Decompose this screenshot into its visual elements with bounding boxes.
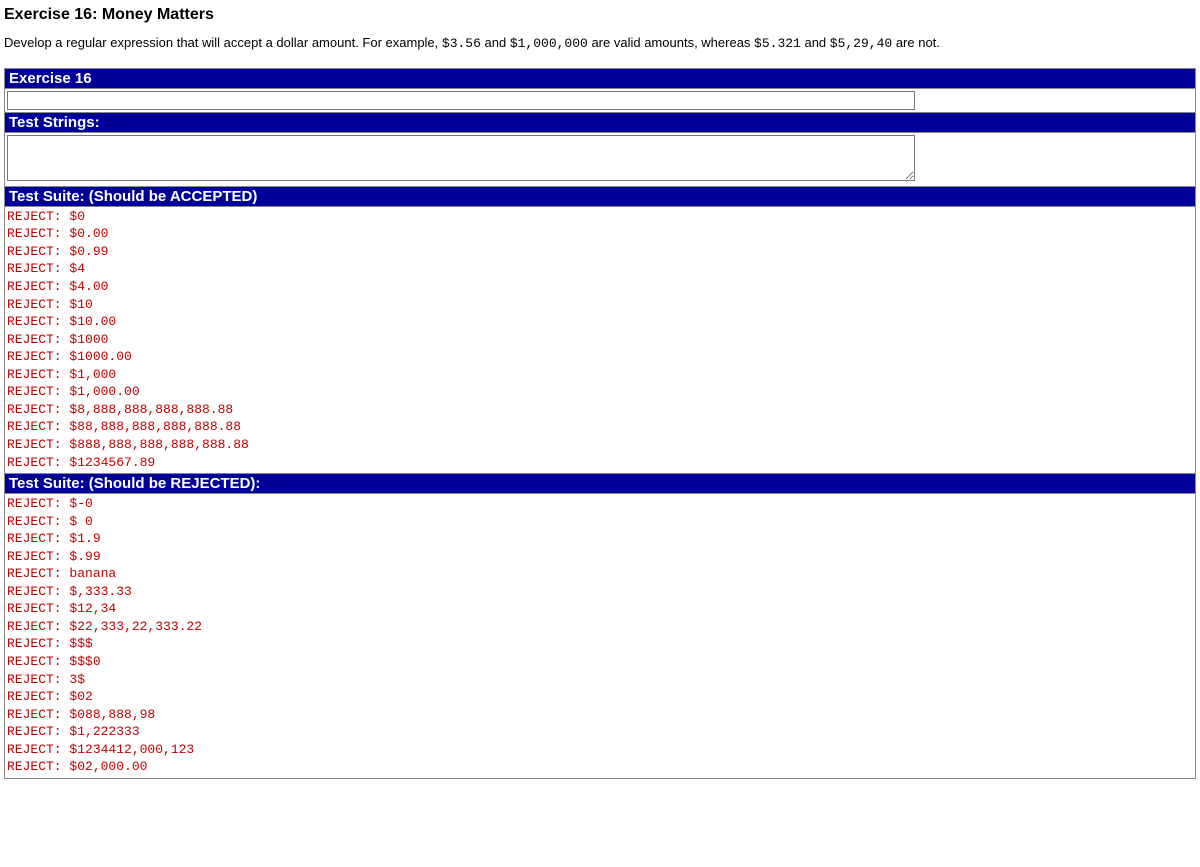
- exercise-header: Exercise 16: [5, 69, 1195, 89]
- test-strings-header: Test Strings:: [5, 112, 1195, 133]
- exercise-description: Develop a regular expression that will a…: [4, 34, 1196, 54]
- intro-text: and: [481, 35, 510, 50]
- example-invalid-1: $5.321: [754, 36, 801, 51]
- exercise-panel: Exercise 16 Test Strings: Test Suite: (S…: [4, 68, 1196, 779]
- rejected-suite-output: REJECT: $-0 REJECT: $ 0 REJECT: $1.9 REJ…: [5, 494, 1195, 778]
- accepted-suite-header: Test Suite: (Should be ACCEPTED): [5, 186, 1195, 207]
- regex-input-row: [5, 89, 1195, 112]
- test-strings-input[interactable]: [7, 135, 915, 181]
- accepted-suite-output: REJECT: $0 REJECT: $0.00 REJECT: $0.99 R…: [5, 207, 1195, 473]
- page-title: Exercise 16: Money Matters: [4, 6, 1196, 24]
- intro-text: are valid amounts, whereas: [588, 35, 754, 50]
- intro-text: are not.: [892, 35, 940, 50]
- example-valid-2: $1,000,000: [510, 36, 588, 51]
- regex-input[interactable]: [7, 91, 915, 110]
- test-strings-row: [5, 133, 1195, 186]
- example-invalid-2: $5,29,40: [830, 36, 892, 51]
- intro-text: Develop a regular expression that will a…: [4, 35, 442, 50]
- example-valid-1: $3.56: [442, 36, 481, 51]
- intro-text: and: [801, 35, 830, 50]
- rejected-suite-header: Test Suite: (Should be REJECTED):: [5, 473, 1195, 494]
